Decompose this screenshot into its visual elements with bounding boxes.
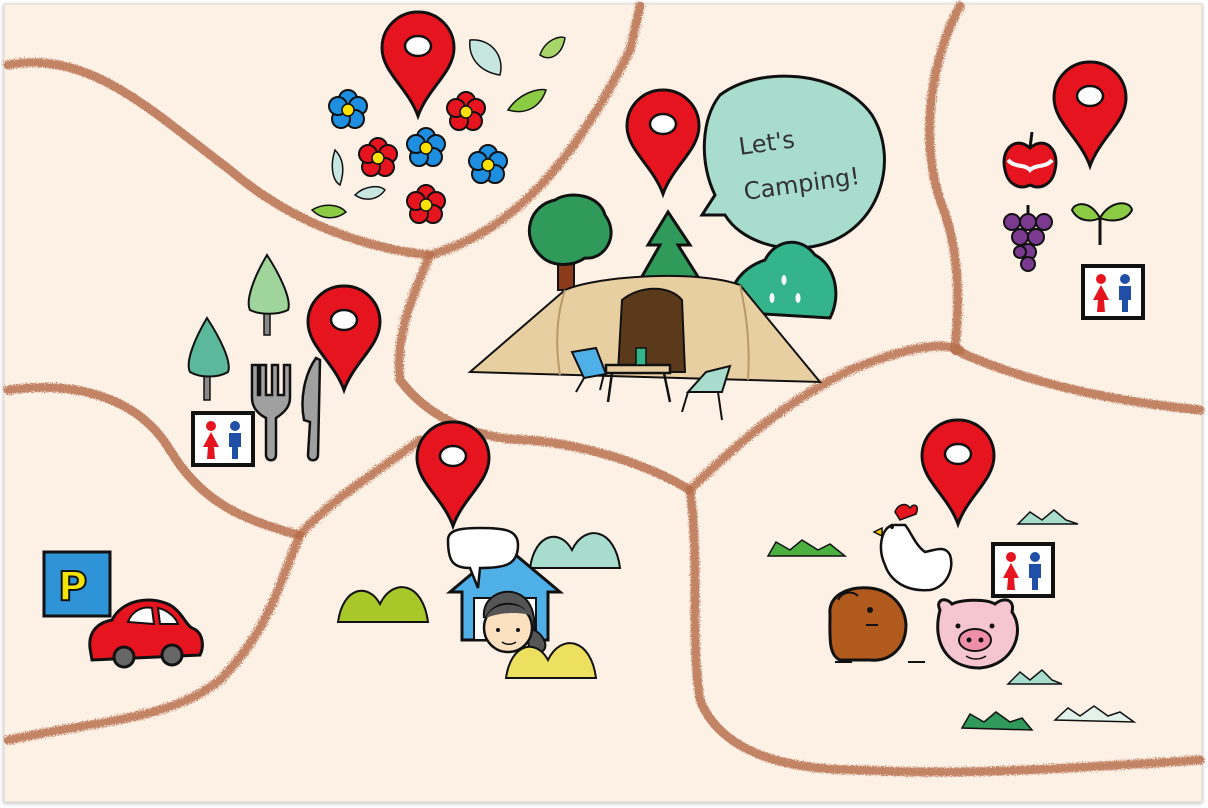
restroom-icon[interactable] (1081, 264, 1145, 320)
speech-bubble: Let's Camping! (699, 74, 886, 250)
lantern-icon (635, 347, 647, 366)
restroom-icon[interactable] (191, 411, 255, 467)
parking-sign-icon: P (42, 550, 112, 618)
pig-icon (936, 598, 1019, 670)
camping-area-map: Let's Camping! P (3, 1, 1205, 803)
parking-sign-letter: P (58, 564, 87, 610)
restroom-icon[interactable] (991, 542, 1055, 598)
